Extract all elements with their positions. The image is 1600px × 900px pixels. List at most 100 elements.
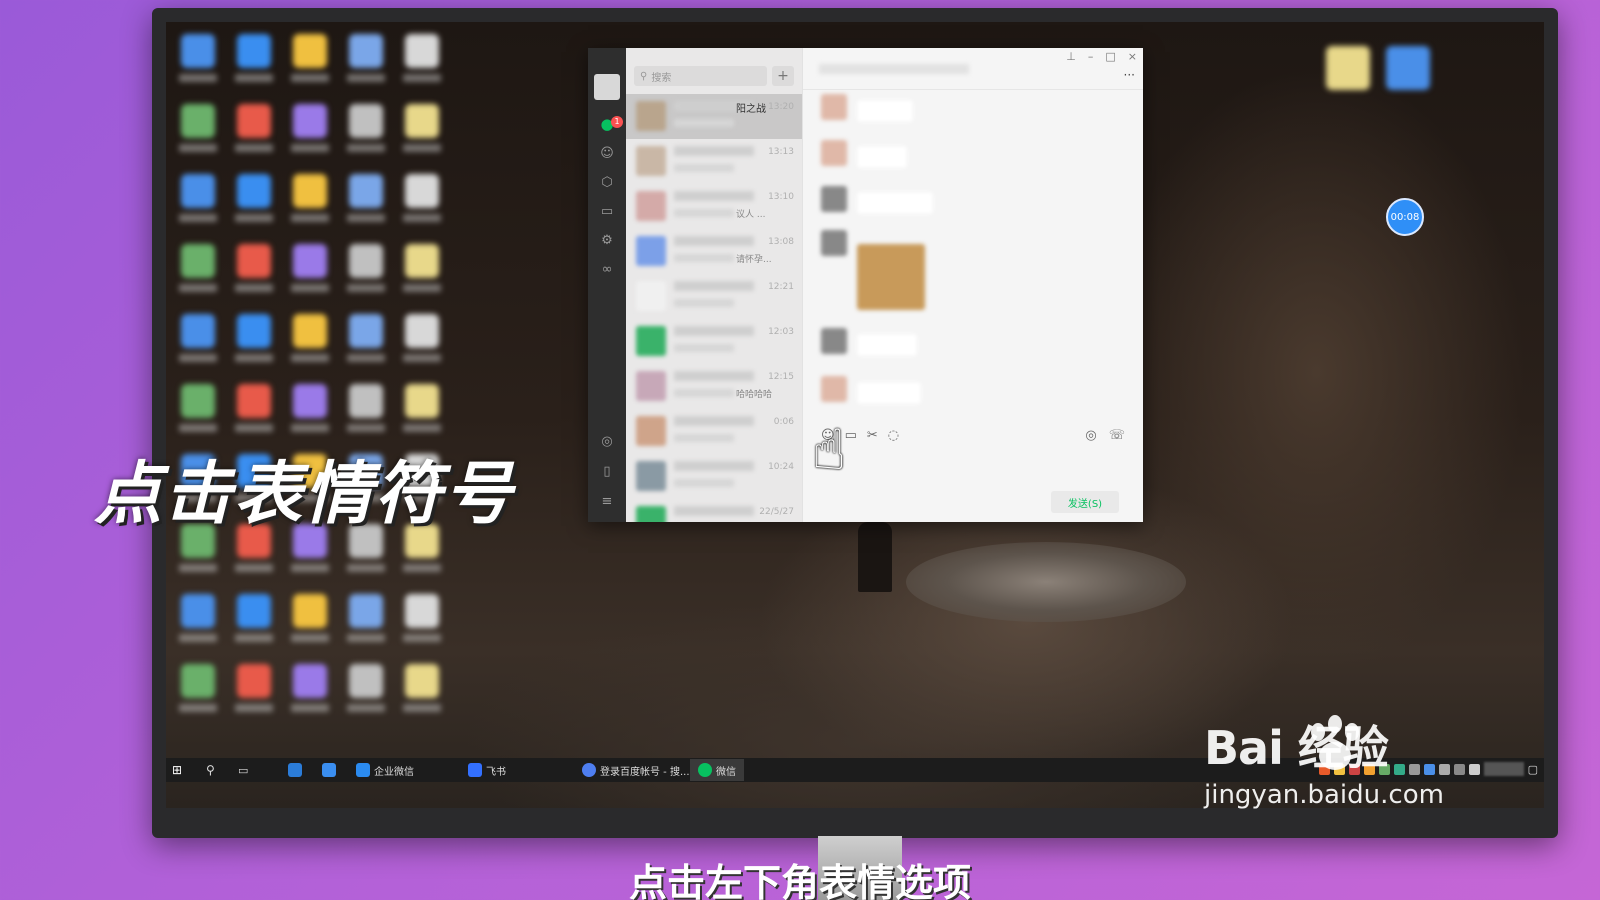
conversation-preview-blur — [674, 344, 734, 352]
files-icon[interactable]: ▭ — [599, 204, 615, 220]
desktop-icon[interactable] — [226, 588, 282, 658]
desktop-icon[interactable] — [338, 168, 394, 238]
search-icon[interactable]: ⚲ — [206, 762, 215, 778]
desktop-icon[interactable] — [226, 308, 282, 378]
moments-icon[interactable]: ⚙ — [599, 233, 615, 249]
chat-history-icon[interactable]: ◌ — [888, 428, 899, 443]
live-icon[interactable]: ◎ — [1085, 428, 1096, 443]
conversation-time: 12:03 — [768, 327, 794, 337]
screenshot-icon[interactable]: ✂ — [867, 428, 878, 443]
maximize-button[interactable]: □ — [1105, 50, 1115, 63]
big-caption: 点击表情符号 — [94, 455, 515, 534]
close-button[interactable]: × — [1128, 50, 1137, 63]
desktop-icon[interactable] — [282, 98, 338, 168]
desktop-icon[interactable] — [394, 168, 450, 238]
clock[interactable] — [1483, 762, 1524, 776]
windows-start-icon[interactable]: ⊞ — [172, 762, 182, 778]
desktop-icon[interactable] — [226, 98, 282, 168]
desktop-icon[interactable] — [338, 238, 394, 308]
desktop-icon[interactable] — [338, 588, 394, 658]
search-icon: ⚲ — [640, 70, 648, 82]
tray-icon[interactable] — [1468, 763, 1480, 775]
desktop-icon[interactable] — [170, 588, 226, 658]
desktop-icon[interactable] — [226, 28, 282, 98]
conversation-item[interactable]: 阳之战 13:20 — [626, 94, 802, 139]
store-app-icon[interactable] — [322, 762, 336, 778]
more-options-icon[interactable]: ··· — [1124, 68, 1135, 82]
phone-icon[interactable]: ▯ — [599, 464, 615, 480]
task-view-icon[interactable]: ▭ — [238, 762, 248, 778]
desktop-icon[interactable] — [226, 238, 282, 308]
favorites-icon[interactable]: ⬡ — [599, 175, 615, 191]
conversation-item[interactable]: 12:03 — [626, 319, 802, 364]
conversation-time: 0:06 — [773, 417, 794, 427]
desktop-icon[interactable] — [282, 168, 338, 238]
menu-icon[interactable]: ≡ — [599, 494, 615, 510]
desktop-icon[interactable] — [394, 658, 450, 728]
notification-icon[interactable]: ▢ — [1528, 763, 1538, 776]
desktop-icon[interactable] — [338, 98, 394, 168]
chat-panel: ⊥ – □ × ··· ☺ ▭ ✂ ◌ ◎ ☏ 发送(S) — [802, 48, 1143, 522]
mail-app-icon[interactable] — [288, 762, 302, 778]
call-icon[interactable]: ☏ — [1109, 428, 1125, 443]
file-icon[interactable]: ▭ — [845, 428, 857, 443]
conversation-preview-blur — [674, 434, 734, 442]
conversation-item[interactable]: 请怀孕... 13:08 — [626, 229, 802, 274]
desktop-icon[interactable] — [170, 658, 226, 728]
desktop-icon[interactable] — [1386, 46, 1430, 90]
desktop-icon[interactable] — [338, 308, 394, 378]
conversation-preview: 议人 ... — [736, 210, 766, 220]
tray-icon[interactable] — [1453, 763, 1465, 775]
recording-timer[interactable]: 00:08 — [1386, 198, 1424, 236]
desktop-icon[interactable] — [338, 28, 394, 98]
desktop-icon[interactable] — [170, 238, 226, 308]
desktop-icon[interactable] — [170, 28, 226, 98]
avatar[interactable] — [594, 74, 620, 100]
desktop-icon[interactable] — [170, 98, 226, 168]
conversation-item[interactable]: 22/5/27 — [626, 499, 802, 522]
browser-icon — [582, 763, 596, 777]
desktop-icon[interactable] — [394, 98, 450, 168]
taskbar-item-enterprise-wechat[interactable]: 企业微信 — [356, 762, 414, 778]
desktop-icon[interactable] — [282, 658, 338, 728]
desktop-icon[interactable] — [394, 308, 450, 378]
desktop-icon[interactable] — [226, 168, 282, 238]
add-button[interactable]: + — [772, 66, 794, 86]
conversation-preview-blur — [674, 119, 734, 127]
conversation-item[interactable]: 12:21 — [626, 274, 802, 319]
desktop-icon[interactable] — [1326, 46, 1370, 90]
taskbar-item-wechat[interactable]: 微信 — [690, 759, 744, 781]
desktop-icon[interactable] — [394, 588, 450, 658]
mini-programs-icon[interactable]: ∞ — [599, 262, 615, 278]
wechat-window: ● 1 ☺ ⬡ ▭ ⚙ ∞ ◎ ▯ ≡ ⚲ 搜索 + 阳之战 13:20 13:13… — [588, 48, 1143, 522]
desktop-icon[interactable] — [394, 238, 450, 308]
taskbar-item-feishu[interactable]: 飞书 — [468, 762, 506, 778]
search-input[interactable]: ⚲ 搜索 — [634, 66, 767, 86]
conversation-time: 10:24 — [768, 462, 794, 472]
desktop-icon[interactable] — [282, 28, 338, 98]
desktop-icon[interactable] — [170, 168, 226, 238]
conversation-item[interactable]: 13:13 — [626, 139, 802, 184]
conversation-item[interactable]: 议人 ... 13:10 — [626, 184, 802, 229]
conversation-preview-blur — [674, 209, 734, 217]
desktop-icon[interactable] — [394, 28, 450, 98]
conversation-item[interactable]: 哈哈哈哈 12:15 — [626, 364, 802, 409]
desktop-icon[interactable] — [170, 308, 226, 378]
conversation-item[interactable]: 10:24 — [626, 454, 802, 499]
conversation-preview-blur — [674, 299, 734, 307]
pin-icon[interactable]: ⊥ — [1066, 50, 1076, 63]
channels-icon[interactable]: ◎ — [599, 434, 615, 450]
send-button[interactable]: 发送(S) — [1051, 491, 1119, 513]
minimize-button[interactable]: – — [1088, 50, 1094, 63]
wallpaper-sea — [906, 542, 1186, 622]
desktop-icon[interactable] — [338, 658, 394, 728]
desktop-icon[interactable] — [282, 308, 338, 378]
desktop-icon[interactable] — [282, 238, 338, 308]
taskbar-item-browser[interactable]: 登录百度帐号 - 搜... — [582, 762, 690, 778]
contacts-icon[interactable]: ☺ — [599, 146, 615, 162]
conversation-item[interactable]: 0:06 — [626, 409, 802, 454]
message-image[interactable] — [857, 244, 925, 310]
feishu-icon — [468, 763, 482, 777]
desktop-icon[interactable] — [282, 588, 338, 658]
desktop-icon[interactable] — [226, 658, 282, 728]
